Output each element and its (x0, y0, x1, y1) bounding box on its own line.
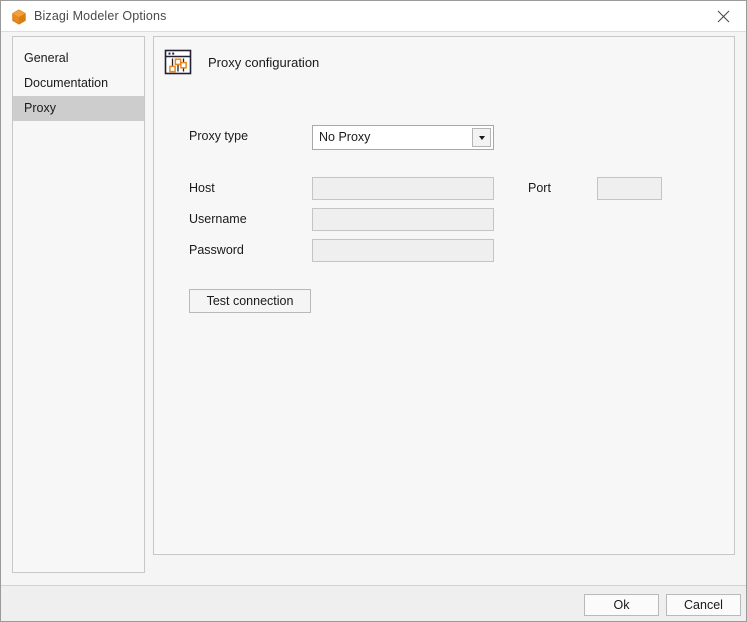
port-input[interactable] (597, 177, 662, 200)
host-label: Host (189, 181, 215, 195)
port-label: Port (528, 181, 551, 195)
title-bar: Bizagi Modeler Options (1, 1, 746, 32)
sidebar-item-general[interactable]: General (13, 46, 144, 71)
username-label: Username (189, 212, 247, 226)
sidebar-item-documentation[interactable]: Documentation (13, 71, 144, 96)
window-title: Bizagi Modeler Options (34, 9, 167, 23)
cancel-button[interactable]: Cancel (666, 594, 741, 616)
ok-button[interactable]: Ok (584, 594, 659, 616)
sidebar-item-proxy[interactable]: Proxy (13, 96, 144, 121)
password-input[interactable] (312, 239, 494, 262)
proxy-type-label: Proxy type (189, 129, 249, 143)
test-connection-button[interactable]: Test connection (189, 289, 311, 313)
proxy-settings-panel: Proxy configuration Proxy type No Proxy … (153, 36, 735, 555)
username-input[interactable] (312, 208, 494, 231)
settings-sliders-icon (163, 47, 193, 77)
page-title: Proxy configuration (208, 54, 320, 70)
host-input[interactable] (312, 177, 494, 200)
settings-category-list: General Documentation Proxy (12, 36, 145, 573)
sidebar-item-label: Proxy (24, 101, 56, 115)
options-dialog: Bizagi Modeler Options General Documenta… (0, 0, 747, 622)
sidebar-item-label: Documentation (24, 76, 109, 90)
bizagi-hexagon-icon (11, 9, 27, 25)
password-label: Password (189, 243, 244, 257)
sidebar-item-label: General (24, 51, 69, 65)
section-header: Proxy configuration (163, 47, 319, 77)
close-icon[interactable] (701, 1, 746, 31)
proxy-type-select[interactable]: No Proxy (312, 125, 494, 150)
chevron-down-icon[interactable] (472, 128, 491, 147)
proxy-type-value: No Proxy (319, 130, 371, 144)
